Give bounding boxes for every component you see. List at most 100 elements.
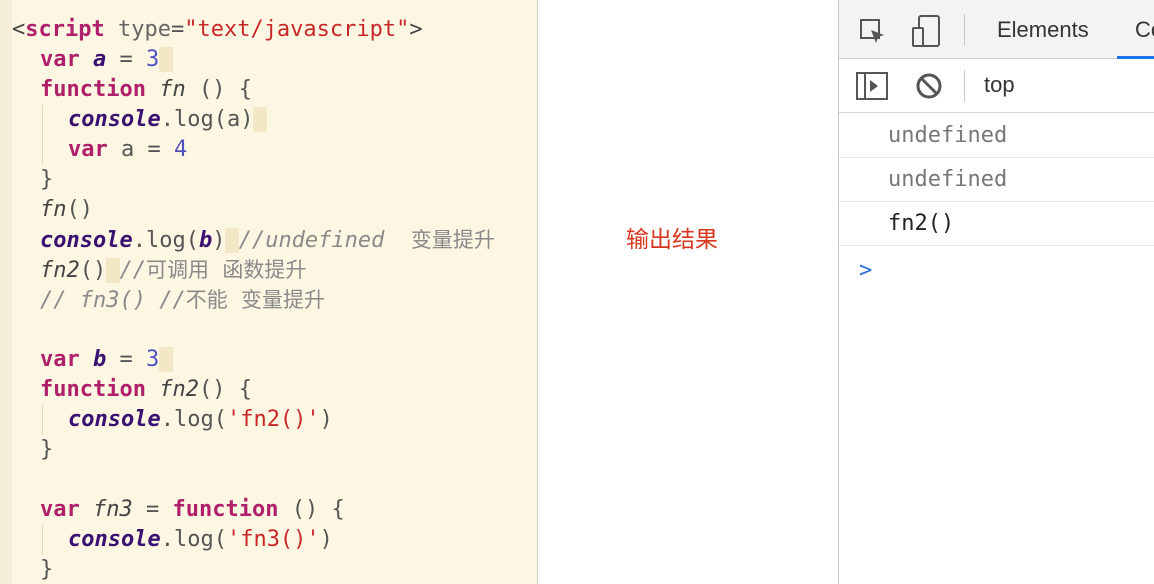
code-token: 'fn3()' <box>226 527 320 552</box>
code-token: = <box>106 47 146 72</box>
code-token: ) <box>212 228 226 253</box>
code-line: var b = 3 <box>12 345 495 375</box>
code-token <box>159 347 173 372</box>
code-token: < <box>12 17 26 42</box>
code-token: } <box>40 167 54 192</box>
tab-console[interactable]: Co <box>1135 17 1154 43</box>
console-message-text: fn2() <box>888 211 955 236</box>
code-line: console.log('fn3()') <box>12 525 495 555</box>
code-token: b <box>198 228 213 253</box>
page-viewport: 输出结果 <box>538 0 839 584</box>
console-toolbar: top <box>839 59 1154 113</box>
code-token: = <box>106 347 146 372</box>
code-token: ) <box>319 527 333 552</box>
inspect-element-icon[interactable] <box>859 18 887 46</box>
console-message: fn2() <box>839 202 1154 246</box>
indent-guide <box>42 405 43 435</box>
code-token: .log( <box>132 228 199 253</box>
code-editor[interactable]: <script type="text/javascript"> var a = 3… <box>0 0 538 584</box>
code-token: var <box>40 47 80 72</box>
code-token: .log( <box>160 527 227 552</box>
code-token: .log(a) <box>160 107 254 132</box>
console-prompt-icon[interactable]: > <box>859 258 872 283</box>
code-token: b <box>93 347 107 372</box>
code-token: fn3 <box>93 497 133 522</box>
code-line: fn2() //可调用 函数提升 <box>12 255 495 285</box>
code-token: = <box>132 497 173 522</box>
console-message-text: undefined <box>888 123 1008 148</box>
code-token: = <box>170 17 185 42</box>
console-message: undefined <box>839 158 1154 202</box>
code-token: script <box>25 17 105 42</box>
code-content[interactable]: <script type="text/javascript"> var a = 3… <box>12 15 495 584</box>
code-token: //undefined <box>238 228 411 253</box>
code-token <box>159 47 173 72</box>
code-token: fn <box>40 197 67 222</box>
code-token: console <box>68 407 161 432</box>
code-line: console.log('fn2()') <box>12 405 495 435</box>
devtools-tabbar: Elements Co <box>839 0 1154 59</box>
code-token: 3 <box>146 47 160 72</box>
code-line: } <box>12 435 495 465</box>
code-token: fn2 <box>40 258 80 283</box>
code-token: ) <box>319 407 333 432</box>
code-line: var fn3 = function () { <box>12 495 495 525</box>
output-result-text: 输出结果 <box>626 227 718 253</box>
code-token: function <box>40 77 146 102</box>
code-token: a = <box>107 137 174 162</box>
code-token: () { <box>278 497 345 522</box>
code-line: var a = 3 <box>12 45 495 75</box>
code-token: console <box>68 527 161 552</box>
context-selector[interactable]: top <box>984 72 1015 98</box>
code-token: } <box>40 557 54 582</box>
code-token: var <box>68 137 108 162</box>
code-token: 变量提升 <box>410 228 495 252</box>
code-line: } <box>12 555 495 584</box>
code-token: () { <box>198 377 252 402</box>
code-token: fn2 <box>159 377 199 402</box>
code-token: 不能 变量提升 <box>185 288 326 312</box>
code-token: () <box>79 258 107 283</box>
code-token: 'fn2()' <box>226 407 320 432</box>
code-line: console.log(a) <box>12 105 495 135</box>
code-token: () <box>66 197 94 222</box>
tab-elements[interactable]: Elements <box>997 17 1089 43</box>
code-line: <script type="text/javascript"> <box>12 15 495 45</box>
toolbar-separator <box>964 14 965 46</box>
code-line: console.log(b) //undefined 变量提升 <box>12 225 495 255</box>
code-token: a <box>93 47 107 72</box>
code-token: var <box>40 347 80 372</box>
code-line: // fn3() //不能 变量提升 <box>12 285 495 315</box>
console-message: undefined <box>839 114 1154 158</box>
code-token <box>253 107 267 132</box>
code-token <box>225 228 239 253</box>
devtools-panel: Elements Co top undefinedundefinedfn2() … <box>839 0 1154 584</box>
code-token: console <box>68 107 161 132</box>
code-token: 可调用 函数提升 <box>146 258 307 282</box>
code-token: () { <box>185 77 252 102</box>
code-token: } <box>40 437 54 462</box>
code-token: // fn3() // <box>40 288 186 313</box>
code-line: } <box>12 165 495 195</box>
indent-guide <box>42 525 43 555</box>
code-line: fn() <box>12 195 495 225</box>
code-line: var a = 4 <box>12 135 495 165</box>
code-token: .log( <box>160 407 227 432</box>
clear-console-icon[interactable] <box>915 72 943 100</box>
code-token: "text/javascript" <box>184 17 410 42</box>
device-toolbar-icon[interactable] <box>911 14 943 48</box>
code-token: 4 <box>173 137 188 162</box>
toolbar-separator <box>964 70 965 102</box>
code-token: > <box>409 17 423 42</box>
sidebar-toggle-icon[interactable] <box>856 72 888 100</box>
code-token <box>106 258 120 283</box>
code-token: fn <box>159 77 186 102</box>
indent-guide <box>42 105 43 165</box>
code-line: function fn2() { <box>12 375 495 405</box>
